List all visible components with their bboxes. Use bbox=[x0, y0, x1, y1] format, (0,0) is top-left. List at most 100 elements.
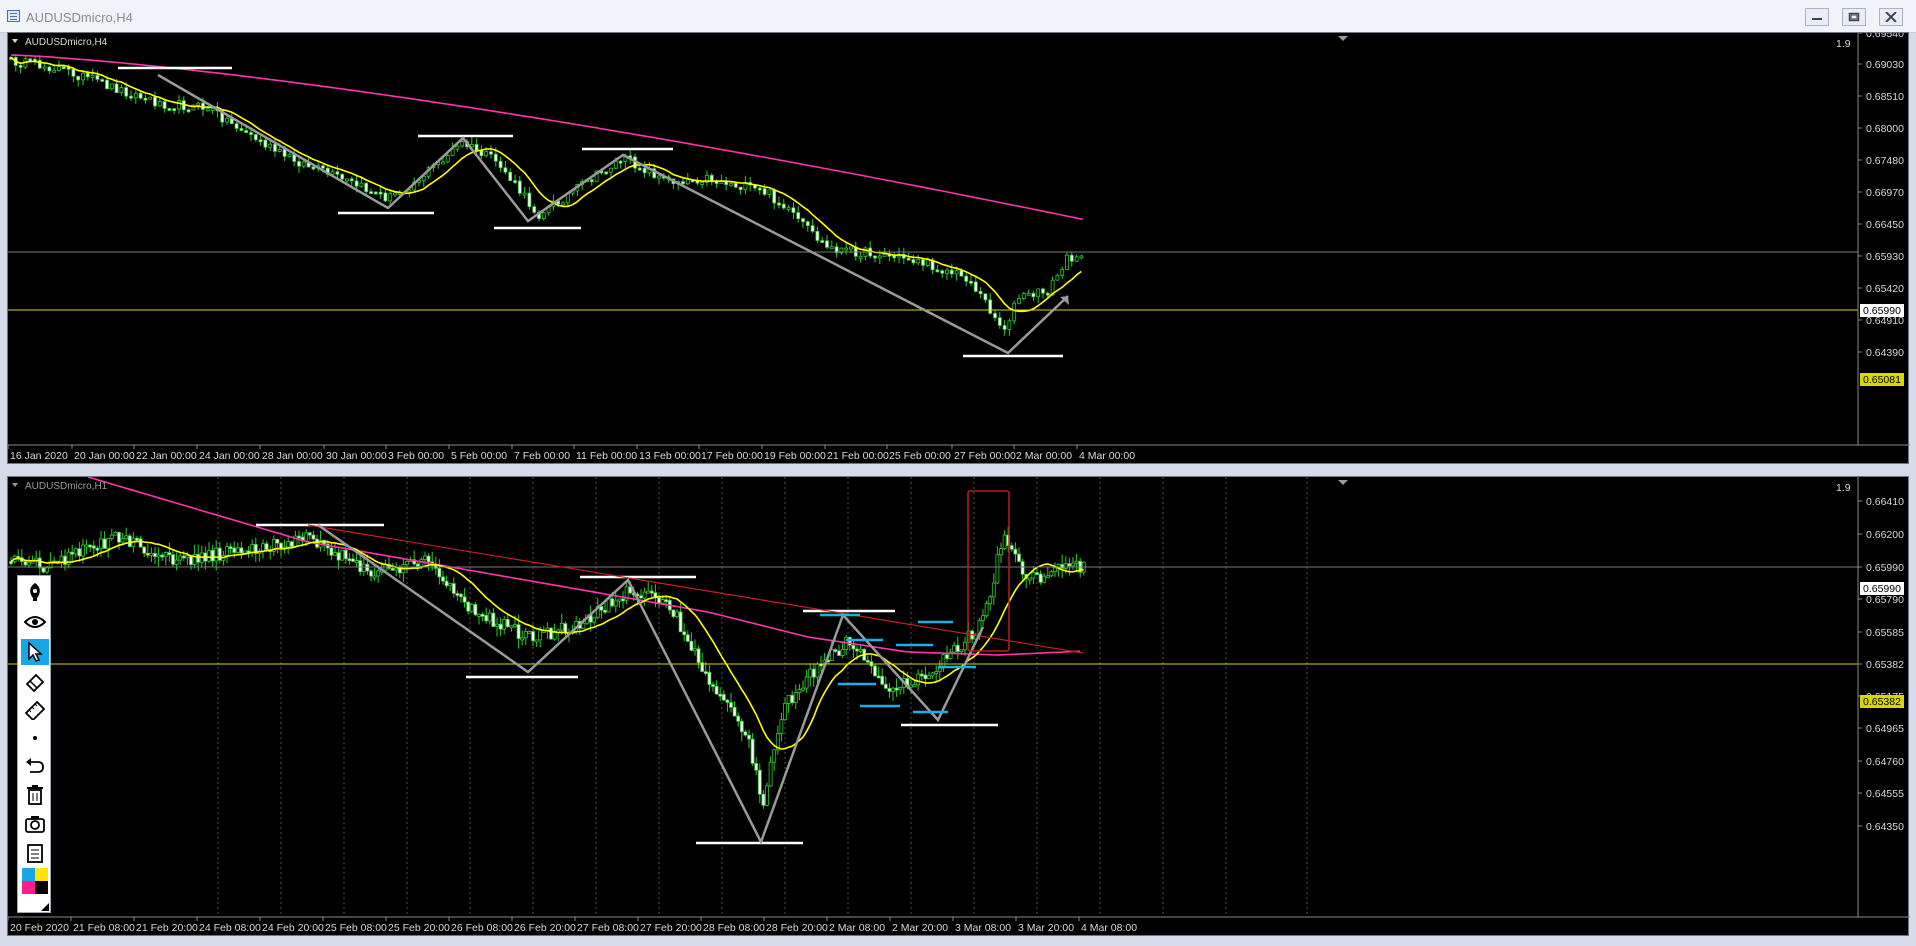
candle bbox=[682, 631, 687, 636]
time-tick-label: 28 Feb 20:00 bbox=[766, 922, 828, 934]
candle bbox=[460, 141, 465, 147]
time-tick-label: 3 Mar 20:00 bbox=[1018, 922, 1074, 934]
delete-button[interactable] bbox=[21, 782, 49, 808]
candle bbox=[474, 143, 479, 151]
candle bbox=[729, 182, 733, 186]
candle bbox=[71, 68, 76, 77]
candle bbox=[1071, 562, 1075, 567]
candle bbox=[102, 538, 107, 549]
candle bbox=[696, 648, 701, 664]
candle bbox=[945, 654, 949, 660]
clipboard-button[interactable] bbox=[21, 840, 49, 866]
candle bbox=[239, 128, 244, 131]
chart-panel-h4[interactable]: AUDUSDmicro,H4 1.9 0.69540 0.69030 0.68510… bbox=[7, 32, 1910, 465]
candle bbox=[973, 281, 978, 292]
candle bbox=[796, 212, 801, 219]
candle bbox=[119, 87, 124, 94]
candle bbox=[444, 580, 449, 587]
candle bbox=[423, 555, 427, 560]
candle bbox=[786, 207, 791, 211]
candle bbox=[883, 683, 888, 689]
candle bbox=[721, 694, 726, 701]
time-tick-label: 21 Feb 20:00 bbox=[136, 922, 198, 934]
eye-tool-button[interactable] bbox=[21, 609, 49, 635]
dot-tool-button[interactable] bbox=[21, 725, 49, 751]
candle bbox=[462, 596, 467, 603]
eraser-tool-button[interactable] bbox=[21, 669, 49, 695]
candle bbox=[181, 555, 186, 559]
candle bbox=[495, 623, 499, 627]
candle bbox=[865, 659, 870, 663]
cursor-tool-button[interactable] bbox=[21, 639, 49, 665]
candle bbox=[451, 583, 456, 594]
candle bbox=[993, 312, 997, 319]
candle bbox=[149, 552, 154, 556]
minimize-icon bbox=[1812, 18, 1822, 20]
candle bbox=[18, 65, 23, 68]
candle bbox=[129, 95, 133, 99]
time-tick-label: 2 Mar 20:00 bbox=[892, 922, 948, 934]
candle bbox=[466, 601, 471, 612]
candle bbox=[714, 685, 719, 695]
dropdown-triangle-icon[interactable] bbox=[12, 39, 18, 43]
camera-icon bbox=[25, 816, 45, 833]
candle bbox=[275, 538, 280, 544]
candle bbox=[127, 535, 132, 547]
candle bbox=[805, 221, 810, 226]
candle bbox=[239, 547, 244, 554]
candle bbox=[689, 640, 694, 651]
price-tick-label: 0.66200 bbox=[1866, 529, 1904, 541]
candle bbox=[988, 596, 993, 605]
price-tick-label: 0.65930 bbox=[1866, 251, 1904, 263]
candle bbox=[739, 720, 744, 733]
svg-text:0.65382: 0.65382 bbox=[1863, 696, 1901, 708]
candle bbox=[675, 611, 679, 618]
dropdown-triangle-icon[interactable] bbox=[12, 483, 18, 487]
minimize-button[interactable] bbox=[1805, 8, 1829, 26]
chart-shift-icon[interactable] bbox=[1338, 480, 1348, 485]
candle bbox=[762, 188, 767, 195]
candle bbox=[912, 684, 917, 688]
candle bbox=[505, 619, 510, 628]
candle bbox=[162, 101, 167, 109]
candle bbox=[660, 599, 665, 604]
restore-button[interactable] bbox=[1842, 8, 1866, 26]
candle bbox=[777, 202, 781, 206]
candle bbox=[757, 769, 762, 795]
candle bbox=[88, 544, 93, 548]
pen-tool-button[interactable] bbox=[21, 579, 49, 605]
candle bbox=[589, 179, 594, 183]
candle bbox=[1042, 575, 1047, 583]
candle bbox=[81, 544, 85, 557]
chart-shift-icon[interactable] bbox=[1338, 36, 1348, 41]
chart-panel-h1[interactable]: AUDUSDmicro,H1 1.9 0.66410 0.66200 0.65990… bbox=[7, 476, 1910, 937]
candle bbox=[321, 165, 325, 169]
candle bbox=[768, 761, 773, 787]
candle bbox=[978, 290, 983, 295]
candle bbox=[105, 79, 109, 90]
candle bbox=[945, 269, 949, 274]
candles-h1 bbox=[9, 526, 1086, 809]
candle bbox=[761, 793, 766, 806]
candle bbox=[781, 203, 786, 209]
candle bbox=[502, 619, 507, 630]
candle bbox=[581, 622, 586, 629]
candle bbox=[205, 108, 210, 112]
price-chart-h4[interactable]: AUDUSDmicro,H4 1.9 0.69540 0.69030 0.68510… bbox=[8, 33, 1910, 465]
candle bbox=[148, 96, 153, 100]
candle bbox=[984, 603, 989, 617]
resize-grip-icon[interactable] bbox=[41, 903, 49, 911]
color-palette-button[interactable] bbox=[21, 868, 49, 894]
ruler-tool-button[interactable] bbox=[21, 697, 49, 723]
candle bbox=[1060, 564, 1065, 569]
candle bbox=[1012, 302, 1017, 322]
time-tick-label: 16 Jan 2020 bbox=[10, 450, 68, 462]
candle bbox=[513, 624, 517, 627]
candle bbox=[85, 72, 90, 78]
price-chart-h1[interactable]: AUDUSDmicro,H1 1.9 0.66410 0.66200 0.65990… bbox=[8, 477, 1910, 937]
candle bbox=[81, 72, 85, 81]
undo-button[interactable] bbox=[21, 753, 49, 779]
candle bbox=[9, 561, 13, 564]
screenshot-button[interactable] bbox=[21, 811, 49, 837]
close-button[interactable] bbox=[1879, 8, 1903, 26]
